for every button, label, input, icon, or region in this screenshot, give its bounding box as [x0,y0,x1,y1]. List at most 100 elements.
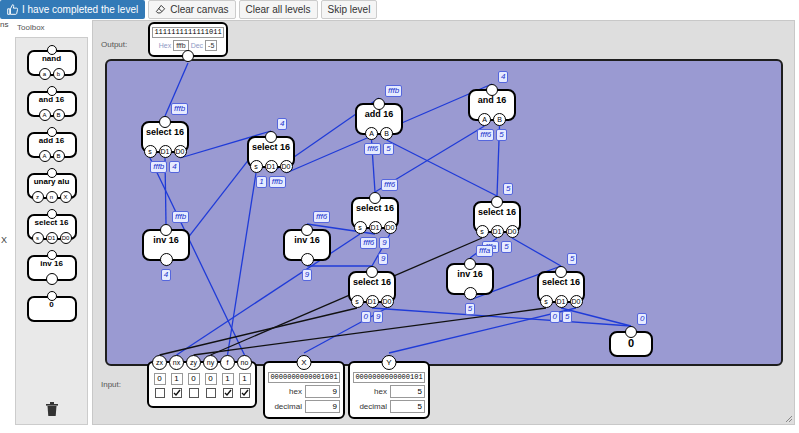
input-pin[interactable]: D1 [366,295,379,308]
button-label: Clear all levels [246,2,311,17]
input-pin: b [53,68,65,80]
output-pin[interactable] [491,196,503,208]
output-value: 4 [277,118,287,130]
input-pin[interactable] [464,287,477,300]
flag-checkbox-cell [236,388,253,398]
flag-pin[interactable]: ny [203,355,218,370]
flag-bit: 1 [239,373,251,385]
toolbar-button[interactable]: Clear all levels [239,0,318,19]
input-node[interactable]: zxnxzynyfno010011 [147,361,257,408]
resize-handle-icon[interactable] [785,415,793,423]
output-pin[interactable] [301,224,313,236]
output-pin[interactable] [625,326,637,338]
output-pin[interactable] [366,266,378,278]
input-pin[interactable]: s [250,160,263,173]
flag-checkbox[interactable] [223,388,233,398]
input-pin[interactable]: A [365,127,378,140]
value-field[interactable]: 5 [390,385,425,398]
flag-checkbox[interactable] [172,388,182,398]
output-node[interactable]: 1111111111111011HexfffbDec-5 [148,22,228,57]
input-pin[interactable]: A [478,113,491,126]
value-field[interactable]: 5 [390,400,425,413]
toolbox-item-name: 0 [49,301,53,320]
input-label: Input: [101,381,121,389]
flag-pin[interactable]: no [237,355,252,370]
value-input-node[interactable]: X0000000000001001hex9decimal9 [263,361,345,419]
input-pin[interactable]: D0 [570,295,583,308]
gate-node[interactable]: and 16AB [468,89,516,121]
value-pin[interactable]: Y [382,355,397,370]
toolbox-title: Toolbox [17,24,45,32]
gate-node[interactable]: add 16AB [355,103,403,135]
flag-pin[interactable]: zy [186,355,201,370]
input-pin[interactable]: s [354,221,367,234]
output-pin[interactable] [373,98,385,110]
canvas-area[interactable]: Output:Input:select 16sD1D0fffbfffb4sele… [92,20,795,425]
input-pin[interactable]: D1 [491,225,504,238]
input-pin[interactable]: D0 [280,160,293,173]
input-pin[interactable]: B [493,113,506,126]
toolbox-item[interactable]: select 16sD1D0 [27,214,77,240]
input-values: fffb4 [129,161,201,173]
toolbox-item[interactable]: nandab [27,50,77,76]
output-pin[interactable] [159,116,171,128]
toolbar-button[interactable]: Skip level [321,0,378,19]
input-pin[interactable]: D1 [265,160,278,173]
output-pin[interactable] [486,84,498,96]
value-input-node[interactable]: Y0000000000000101hex5decimal5 [348,361,430,419]
input-pin[interactable]: s [476,225,489,238]
flag-checkbox[interactable] [189,388,199,398]
gate-node[interactable]: select 16sD1D0 [537,271,585,303]
flag-pin[interactable]: nx [169,355,184,370]
flag-pin[interactable]: f [220,355,235,370]
input-value: 0 [361,311,371,323]
output-pin[interactable] [369,192,381,204]
input-pin[interactable] [301,253,314,266]
output-pin[interactable] [555,266,567,278]
gate-node[interactable]: inv 16 [142,229,190,261]
input-pin[interactable]: D0 [384,221,397,234]
input-pin[interactable]: B [380,127,393,140]
value-field[interactable]: 9 [305,400,340,413]
input-pin[interactable]: s [540,295,553,308]
toolbox-item[interactable]: and 16AB [27,91,77,117]
input-pin[interactable] [160,253,173,266]
gate-node[interactable]: select 16sD1D0 [348,271,396,303]
input-pin[interactable]: s [144,145,157,158]
gate-node[interactable]: 0 [609,331,653,357]
toolbox-item[interactable]: 0 [27,296,77,322]
flag-checkbox[interactable] [240,388,250,398]
output-pin[interactable] [160,224,172,236]
value-pin[interactable]: X [297,355,312,370]
gate-node[interactable]: inv 16 [283,229,331,261]
flag-checkbox[interactable] [206,388,216,398]
input-pin[interactable]: D1 [555,295,568,308]
input-pin[interactable]: D1 [369,221,382,234]
gate-node[interactable]: select 16sD1D0 [141,121,189,153]
input-pin[interactable]: s [351,295,364,308]
gate-node[interactable]: select 16sD1D0 [247,136,295,168]
input-pin[interactable]: D0 [174,145,187,158]
gate-node[interactable]: select 16sD1D0 [473,201,521,233]
gate-node[interactable]: inv 16 [446,263,494,295]
toolbar-button[interactable]: Clear canvas [148,0,235,19]
input-pin [46,273,58,285]
input-pin[interactable]: D0 [381,295,394,308]
toolbox-item[interactable]: inv 16 [27,255,77,281]
flag-checkbox[interactable] [155,388,165,398]
toolbox-item[interactable]: add 16AB [27,132,77,158]
input-pin[interactable] [182,50,194,62]
output-pin[interactable] [464,258,476,270]
gate-node[interactable]: select 16sD1D0 [351,197,399,229]
binary-field[interactable]: 0000000000001001 [268,372,340,383]
value-field[interactable]: 9 [305,385,340,398]
toolbar-button[interactable]: I have completed the level [0,0,145,19]
input-pin[interactable]: D1 [159,145,172,158]
flag-pin[interactable]: zx [152,355,167,370]
output-pin[interactable] [265,131,277,143]
toolbox-item[interactable]: unary aluznX [27,173,77,199]
pin-row [29,273,75,285]
trash-icon[interactable] [46,402,58,416]
binary-field[interactable]: 0000000000000101 [353,372,425,383]
input-pin[interactable]: D0 [506,225,519,238]
